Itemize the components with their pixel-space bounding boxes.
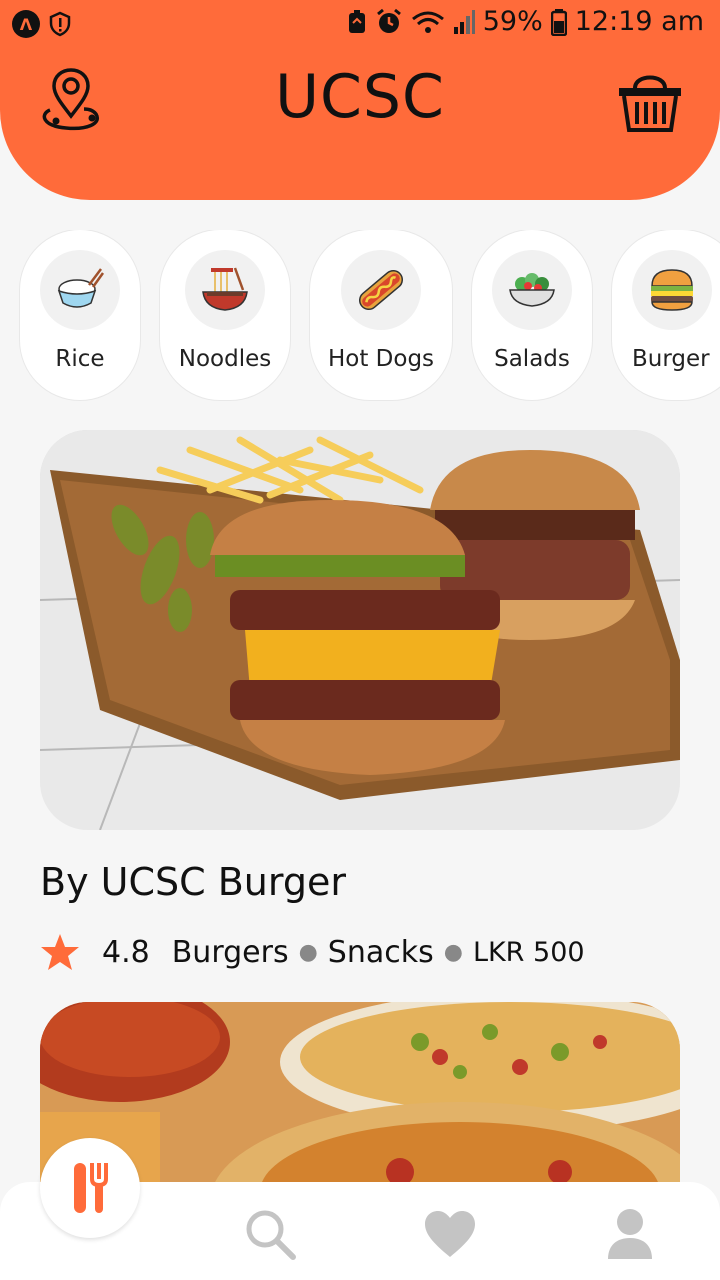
hot-dog-icon	[341, 250, 421, 330]
burger-icon	[632, 250, 712, 330]
nav-search[interactable]	[240, 1204, 300, 1264]
separator-dot: ●	[443, 939, 463, 965]
page-title: UCSC	[275, 62, 445, 132]
wifi-icon	[411, 9, 445, 35]
alarm-icon	[375, 8, 403, 36]
category-label: Salads	[494, 346, 570, 372]
category-label: Rice	[55, 346, 105, 372]
category-noodles[interactable]: Noodles	[160, 230, 290, 400]
category-label: Burger	[632, 346, 710, 372]
tag-label: Burgers	[171, 934, 289, 970]
category-label: Noodles	[178, 346, 272, 372]
restaurant-image[interactable]	[40, 430, 680, 830]
location-pin-icon	[42, 68, 99, 131]
price-label: LKR 500	[472, 936, 585, 968]
noodles-icon	[185, 250, 265, 330]
status-time: 12:19 am	[574, 6, 704, 37]
restaurant-name[interactable]: By UCSC Burger	[40, 860, 346, 904]
basket-button[interactable]	[615, 66, 685, 136]
category-hot-dogs[interactable]: Hot Dogs	[310, 230, 452, 400]
restaurant-icon	[74, 1163, 108, 1213]
category-salads[interactable]: Salads	[472, 230, 592, 400]
nav-profile[interactable]	[600, 1204, 660, 1264]
shield-alert-icon	[48, 10, 72, 38]
signal-icon	[453, 9, 475, 35]
category-rice[interactable]: Rice	[20, 230, 140, 400]
nav-favorites[interactable]	[420, 1204, 480, 1264]
star-icon	[41, 934, 79, 970]
category-label: Hot Dogs	[327, 346, 435, 372]
status-bar: Λ 59% 12:19 am	[0, 0, 720, 50]
profile-icon	[608, 1209, 652, 1259]
search-icon	[246, 1210, 296, 1260]
salad-icon	[492, 250, 572, 330]
sync-icon	[347, 9, 367, 35]
heart-icon	[425, 1211, 475, 1257]
app-icon: Λ	[12, 10, 40, 38]
category-burger[interactable]: Burger	[612, 230, 720, 400]
rice-bowl-icon	[40, 250, 120, 330]
restaurant-meta: 4.8 Burgers ● Snacks ● LKR 500	[40, 930, 585, 974]
location-button[interactable]	[36, 66, 106, 136]
tag-label: Snacks	[327, 934, 434, 970]
basket-icon	[619, 75, 681, 132]
separator-dot: ●	[298, 939, 318, 965]
rating-value: 4.8	[102, 934, 150, 970]
category-list: Rice Noodles Hot Dogs Salads Burger	[0, 230, 720, 402]
nav-restaurants[interactable]	[40, 1138, 140, 1238]
battery-icon	[550, 8, 567, 36]
battery-percent: 59%	[482, 6, 543, 37]
